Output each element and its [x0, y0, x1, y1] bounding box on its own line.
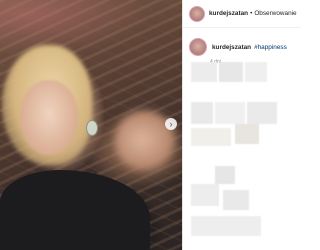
post-header: kurdejszatan • Obserwowanie: [183, 0, 301, 28]
post-photo[interactable]: ›: [0, 0, 182, 250]
caption-hashtag[interactable]: #happiness: [254, 44, 287, 51]
caption-avatar[interactable]: [189, 38, 207, 56]
blurred-comments-area: [191, 62, 293, 242]
header-username[interactable]: kurdejszatan: [209, 10, 248, 17]
following-button[interactable]: Obserwowanie: [254, 10, 296, 17]
avatar[interactable]: [189, 5, 205, 22]
face: [20, 80, 78, 155]
caption: kurdejszatan #happiness: [183, 28, 301, 56]
post-side-panel: kurdejszatan • Obserwowanie kurdejszatan…: [182, 0, 301, 250]
earring: [86, 120, 98, 136]
caption-username[interactable]: kurdejszatan: [212, 44, 251, 51]
next-photo-button[interactable]: ›: [165, 118, 177, 130]
separator-dot: •: [250, 10, 253, 17]
chevron-right-icon: ›: [169, 118, 173, 129]
